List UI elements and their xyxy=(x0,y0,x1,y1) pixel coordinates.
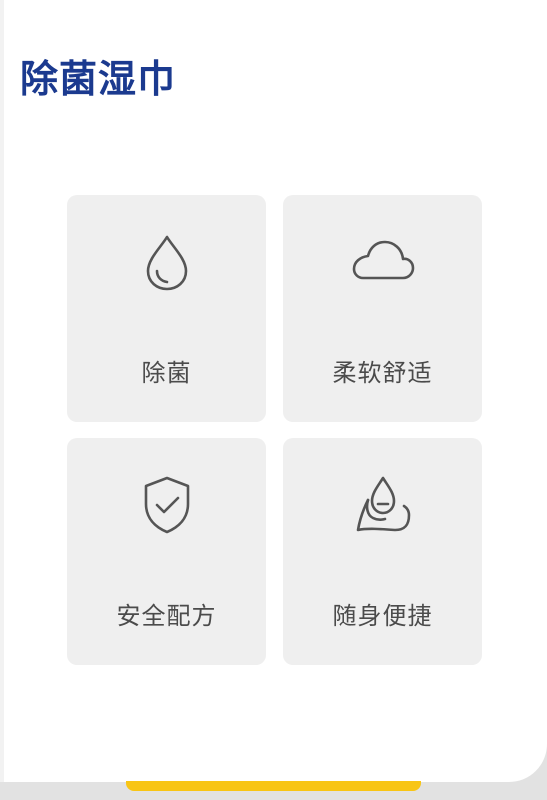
cloud-icon xyxy=(351,229,415,293)
feature-tile-safe-formula: 安全配方 xyxy=(67,438,266,665)
water-drop-icon xyxy=(135,229,199,293)
yellow-accent-strip xyxy=(126,781,421,791)
feature-tile-sterilize: 除菌 xyxy=(67,195,266,422)
feature-label: 除菌 xyxy=(141,359,192,387)
hand-water-drop-icon xyxy=(351,472,415,536)
feature-label: 随身便捷 xyxy=(332,602,433,630)
left-edge-divider xyxy=(0,0,4,782)
feature-label: 柔软舒适 xyxy=(332,359,433,387)
feature-tile-soft: 柔软舒适 xyxy=(283,195,482,422)
page-title: 除菌湿巾 xyxy=(20,57,177,101)
feature-label: 安全配方 xyxy=(116,602,217,630)
feature-tile-portable: 随身便捷 xyxy=(283,438,482,665)
shield-check-icon xyxy=(135,472,199,536)
